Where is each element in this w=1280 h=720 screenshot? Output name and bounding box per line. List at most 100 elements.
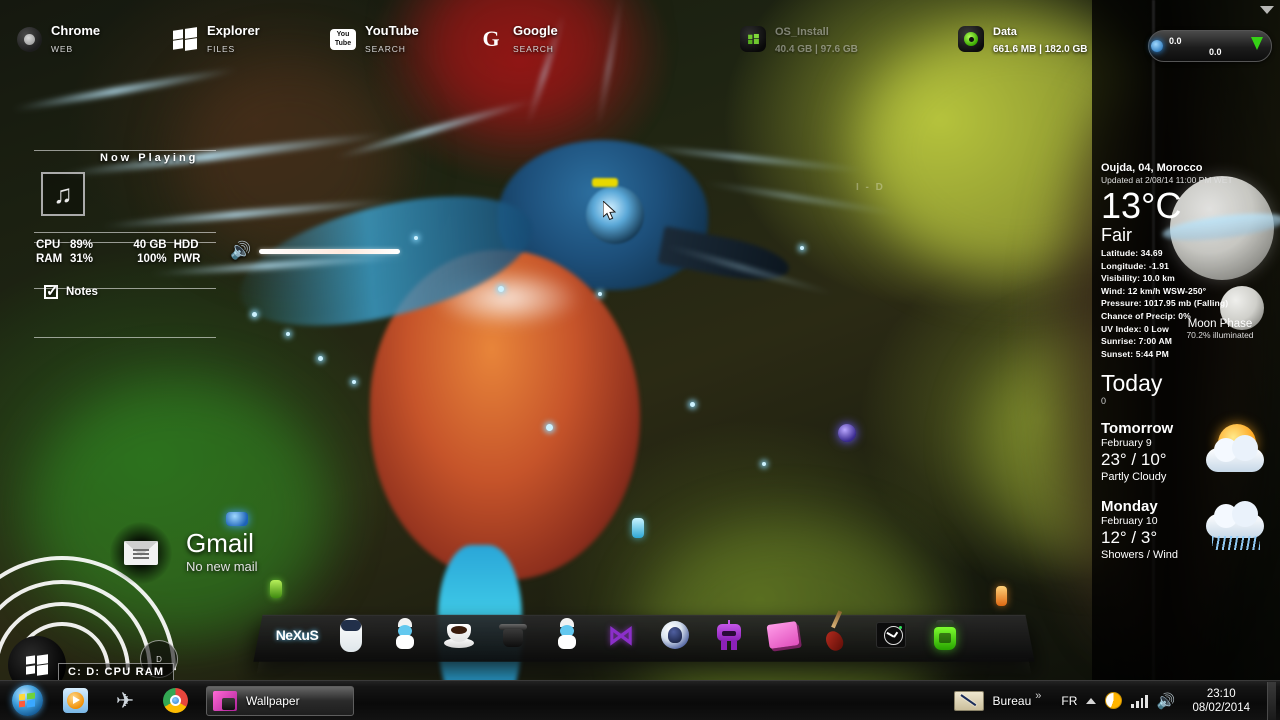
violin-icon[interactable] <box>810 610 864 657</box>
weather-temperature: 13°C <box>1101 185 1182 226</box>
weather-updated: Updated at 2/08/14 11:00 PM WET <box>1101 175 1233 185</box>
launcher-youtube[interactable]: You Tube YouTube SEARCH <box>330 22 419 57</box>
volume-slider[interactable] <box>259 248 400 254</box>
windows-media-player-icon[interactable] <box>50 684 100 718</box>
show-desktop-bar[interactable] <box>1267 681 1276 720</box>
envelope-icon <box>110 522 172 584</box>
smurf-icon[interactable] <box>378 613 432 657</box>
drive-usage: 40.4 GB | 97.6 GB <box>775 44 858 56</box>
now-playing-label: Now Playing <box>100 152 199 164</box>
coffee-cup-icon[interactable] <box>432 613 486 657</box>
youtube-icon: You Tube <box>330 26 356 52</box>
orange-figure-particle <box>996 586 1007 606</box>
eve-robot-icon[interactable] <box>324 613 378 657</box>
taskbar-window-button-wallpaper[interactable]: Wallpaper <box>206 685 354 716</box>
tray-bureau-label[interactable]: Bureau <box>993 694 1032 708</box>
weather-location: Oujda, 04, Morocco <box>1101 162 1203 174</box>
weather-detail-sunset: Sunset: 5:44 PM <box>1101 348 1169 359</box>
launcher-subtitle: WEB <box>51 44 74 55</box>
album-art-placeholder[interactable]: ♫ <box>41 172 85 216</box>
ram-value: 31% <box>70 253 94 265</box>
rain-cloud-icon <box>1202 496 1274 552</box>
tablet-pen-icon[interactable] <box>953 690 984 711</box>
internet-explorer-icon[interactable]: ✈ <box>100 684 150 718</box>
table-row: CPU 89% 40 GB HDD <box>36 238 212 252</box>
windows-start-orb[interactable] <box>4 684 50 718</box>
launcher-title: Google <box>513 23 558 38</box>
wallpaper-window-icon <box>213 690 237 711</box>
blue-orb-particle <box>838 424 856 442</box>
bird-crest <box>592 178 618 187</box>
pwr-label: PWR <box>173 253 201 265</box>
pink-folder-icon[interactable] <box>756 613 810 657</box>
taskbar: ✈ Wallpaper Bureau » FR 🔊 23:10 08/02/20… <box>0 680 1280 720</box>
tray-language[interactable]: FR <box>1061 694 1077 708</box>
arc-gadget-labels: C: D: CPU RAM <box>58 663 175 681</box>
tray-clock[interactable]: 23:10 08/02/2014 <box>1184 687 1258 715</box>
launcher-subtitle: SEARCH <box>365 44 406 55</box>
weather-details: Latitude: 34.69 Longitude: -1.91 Visibil… <box>1101 247 1280 360</box>
hdd-value: 40 GB <box>133 239 167 251</box>
drive-name: OS_Install <box>775 26 829 38</box>
dock-items: NeXuS ⋈ <box>258 610 1030 658</box>
network-led-icon <box>1151 40 1163 52</box>
forecast-monday: Monday February 10 12° / 3° Showers / Wi… <box>1101 498 1280 562</box>
forecast-tomorrow: Tomorrow February 9 23° / 10° Partly Clo… <box>1101 420 1280 484</box>
gmail-widget[interactable]: Gmail No new mail <box>110 522 258 584</box>
clock-widget-icon[interactable] <box>864 613 918 657</box>
cpu-label: CPU <box>36 239 61 251</box>
upload-rate: 0.0 <box>1169 36 1182 46</box>
mouse-pointer-icon <box>603 201 617 221</box>
network-meter-gadget[interactable]: 0.0 0.0 <box>1148 30 1272 62</box>
launcher-chrome[interactable]: Chrome WEB <box>16 22 100 57</box>
cooking-pot-icon[interactable] <box>486 613 540 657</box>
system-tray: Bureau » FR 🔊 23:10 08/02/2014 <box>953 681 1280 720</box>
launcher-google[interactable]: G Google SEARCH <box>478 22 558 57</box>
drive-data[interactable]: Data 661.6 MB | 182.0 GB <box>958 22 1088 57</box>
dock-logo: NeXuS <box>275 627 319 643</box>
google-chrome-icon[interactable] <box>150 684 200 718</box>
visual-studio-icon[interactable]: ⋈ <box>594 613 648 657</box>
download-arrow-icon <box>1251 37 1263 50</box>
speaker-icon: 🔊 <box>230 241 252 260</box>
drive-os-install[interactable]: OS_Install 40.4 GB | 97.6 GB <box>740 22 858 57</box>
action-center-icon[interactable] <box>1105 692 1123 709</box>
weather-sidebar[interactable]: Moon Phase 70.2% illuminated Oujda, 04, … <box>1092 0 1280 680</box>
smurf-2-icon[interactable] <box>540 613 594 657</box>
weather-detail-visibility: Visibility: 10.0 km <box>1101 273 1175 284</box>
volume-control[interactable]: 🔊 <box>230 240 400 262</box>
weather-detail-precip: Chance of Precip: 0% <box>1101 310 1191 321</box>
tray-time: 23:10 <box>1206 687 1236 700</box>
cpu-value: 89% <box>70 239 94 251</box>
pwr-value: 100% <box>137 253 167 265</box>
signal-bars-icon[interactable] <box>1131 694 1148 708</box>
weather-today-value: 0 <box>1101 396 1107 407</box>
launcher-subtitle: FILES <box>207 44 236 55</box>
system-monitor-readout: CPU 89% 40 GB HDD RAM 31% 100% PWR <box>36 238 212 266</box>
desktop: Chrome WEB Explorer FILES You Tube YouTu… <box>0 0 1280 720</box>
weather-detail-latitude: Latitude: 34.69 <box>1101 248 1163 258</box>
windows-explorer-icon <box>172 26 198 52</box>
weather-detail-longitude: Longitude: -1.91 <box>1101 260 1169 271</box>
music-note-icon: ♫ <box>53 179 73 209</box>
chrome-icon <box>16 26 42 52</box>
green-disc-drive-icon <box>958 26 984 53</box>
speaker-icon[interactable]: 🔊 <box>1157 692 1176 710</box>
weather-detail-uv: UV Index: 0 Low <box>1101 323 1169 334</box>
overlay-id-marker: I - D <box>856 182 885 193</box>
google-icon: G <box>482 26 500 52</box>
up-caret-icon[interactable] <box>1086 697 1097 704</box>
double-chevron-icon[interactable]: » <box>1035 690 1041 702</box>
weather-detail-sunrise: Sunrise: 7:00 AM <box>1101 336 1173 347</box>
launcher-title: Chrome <box>51 23 101 38</box>
launcher-explorer[interactable]: Explorer FILES <box>172 22 260 57</box>
weather-today-label: Today <box>1101 370 1163 397</box>
table-row: RAM 31% 100% PWR <box>36 252 212 266</box>
cinema4d-icon[interactable] <box>648 613 702 657</box>
notes-shortcut[interactable]: Notes <box>44 282 98 300</box>
weather-condition: Fair <box>1101 225 1132 245</box>
gmail-title: Gmail <box>186 528 254 559</box>
purple-robot-icon[interactable] <box>702 613 756 657</box>
green-jar-icon[interactable] <box>918 613 972 657</box>
weather-detail-wind: Wind: 12 km/h WSW-250° <box>1101 285 1207 296</box>
